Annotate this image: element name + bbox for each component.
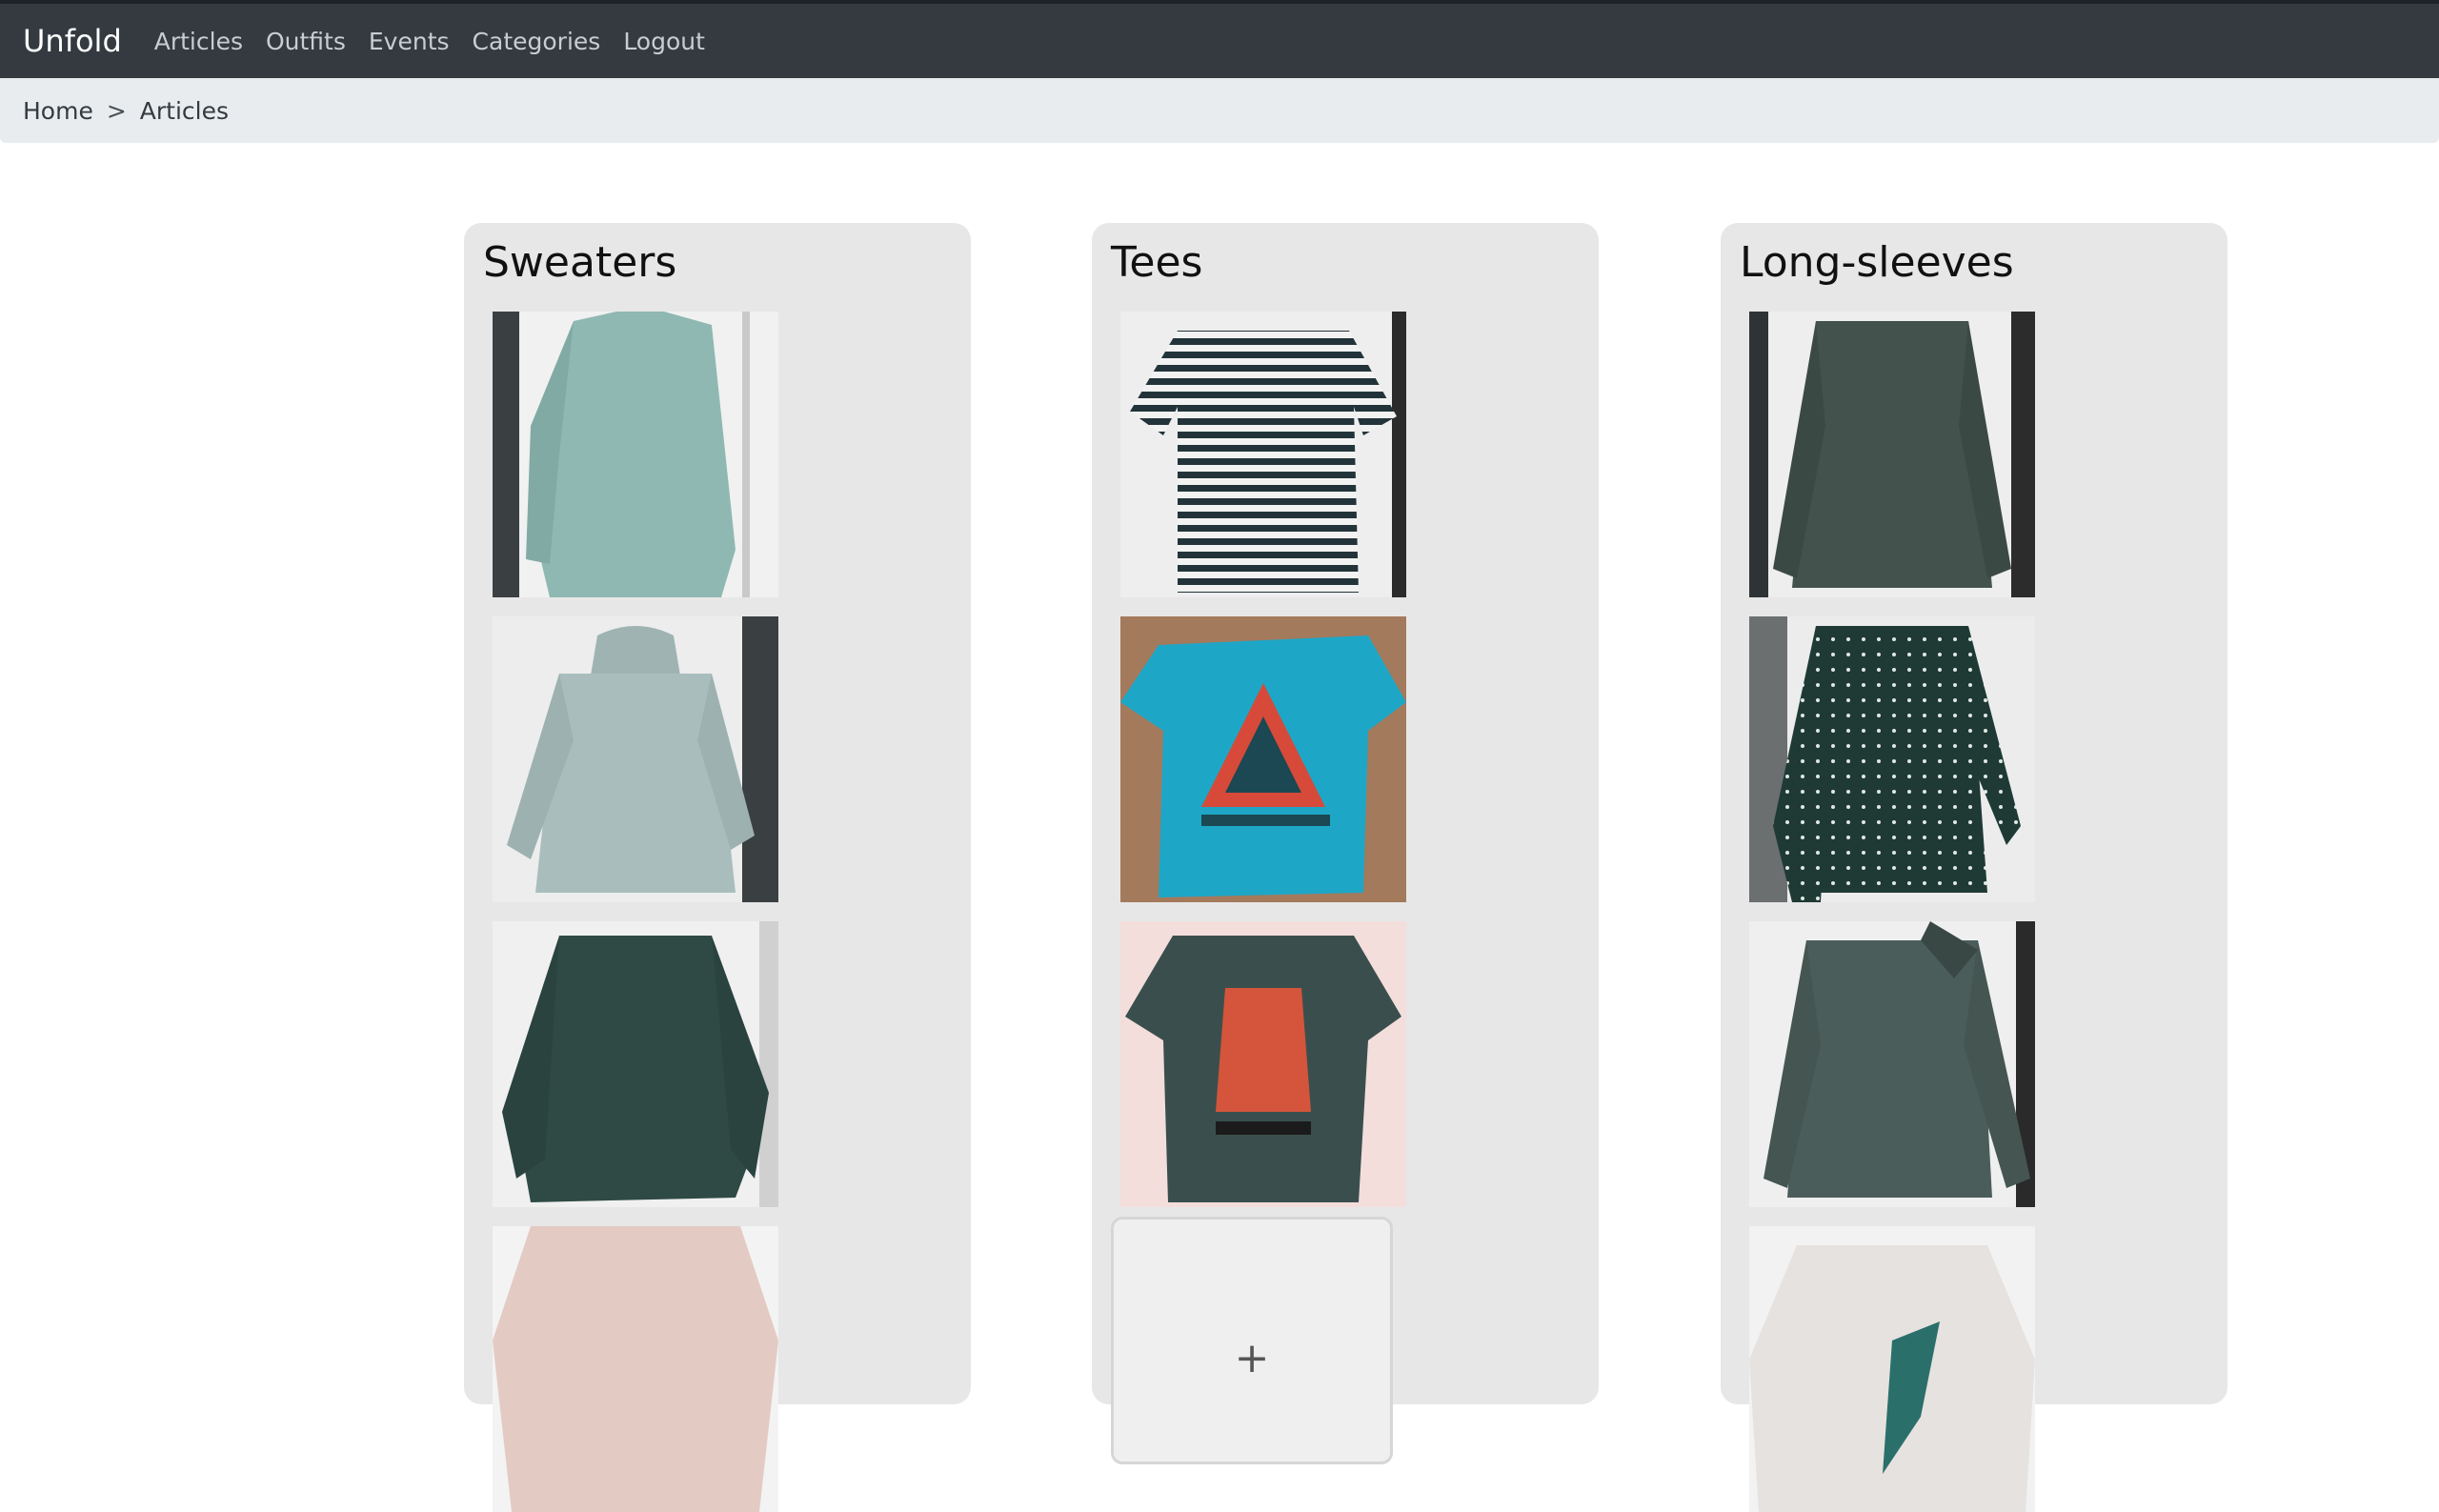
- article-thumbnail[interactable]: [1749, 921, 2035, 1207]
- article-thumbnail[interactable]: [1120, 921, 1406, 1207]
- article-thumbnail[interactable]: [493, 1226, 778, 1512]
- breadcrumb-separator: >: [106, 96, 127, 125]
- category-title: Sweaters: [483, 238, 677, 287]
- nav-link-articles[interactable]: Articles: [154, 28, 243, 55]
- clothing-photo: [493, 616, 778, 902]
- category-title: Long-sleeves: [1740, 238, 2014, 287]
- add-article-button[interactable]: +: [1111, 1217, 1393, 1464]
- article-thumbnail[interactable]: [493, 312, 778, 597]
- article-thumbnail[interactable]: [1120, 616, 1406, 902]
- brand-logo[interactable]: Unfold: [23, 23, 122, 59]
- category-title: Tees: [1111, 238, 1203, 287]
- clothing-photo: [1749, 921, 2035, 1207]
- category-card-long-sleeves: Long-sleeves: [1721, 223, 2227, 1512]
- article-thumbnail[interactable]: [493, 616, 778, 902]
- nav-link-logout[interactable]: Logout: [623, 28, 705, 55]
- clothing-photo: [1120, 616, 1406, 902]
- plus-icon: +: [1234, 1334, 1270, 1382]
- clothing-photo: [493, 1226, 778, 1512]
- article-thumbnail[interactable]: [493, 921, 778, 1207]
- nav-link-outfits[interactable]: Outfits: [266, 28, 346, 55]
- clothing-photo: [1749, 1226, 2035, 1512]
- category-card-tees: Tees +: [1092, 223, 1599, 1464]
- top-navbar: Unfold Articles Outfits Events Categorie…: [0, 0, 2439, 78]
- clothing-photo: [493, 312, 778, 597]
- nav-link-events[interactable]: Events: [369, 28, 450, 55]
- category-card-sweaters: Sweaters: [464, 223, 971, 1512]
- breadcrumb: Home > Articles: [0, 78, 2439, 143]
- article-thumbnail[interactable]: [1749, 616, 2035, 902]
- article-thumbnail[interactable]: [1749, 312, 2035, 597]
- breadcrumb-home[interactable]: Home: [23, 97, 93, 125]
- clothing-photo: [1749, 312, 2035, 597]
- article-thumbnail[interactable]: [1749, 1226, 2035, 1512]
- nav-link-categories[interactable]: Categories: [473, 28, 601, 55]
- clothing-photo: [493, 921, 778, 1207]
- clothing-photo: [1120, 312, 1406, 597]
- article-thumbnail[interactable]: [1120, 312, 1406, 597]
- clothing-photo: [1749, 616, 2035, 902]
- breadcrumb-current: Articles: [139, 96, 230, 125]
- clothing-photo: [1120, 921, 1406, 1207]
